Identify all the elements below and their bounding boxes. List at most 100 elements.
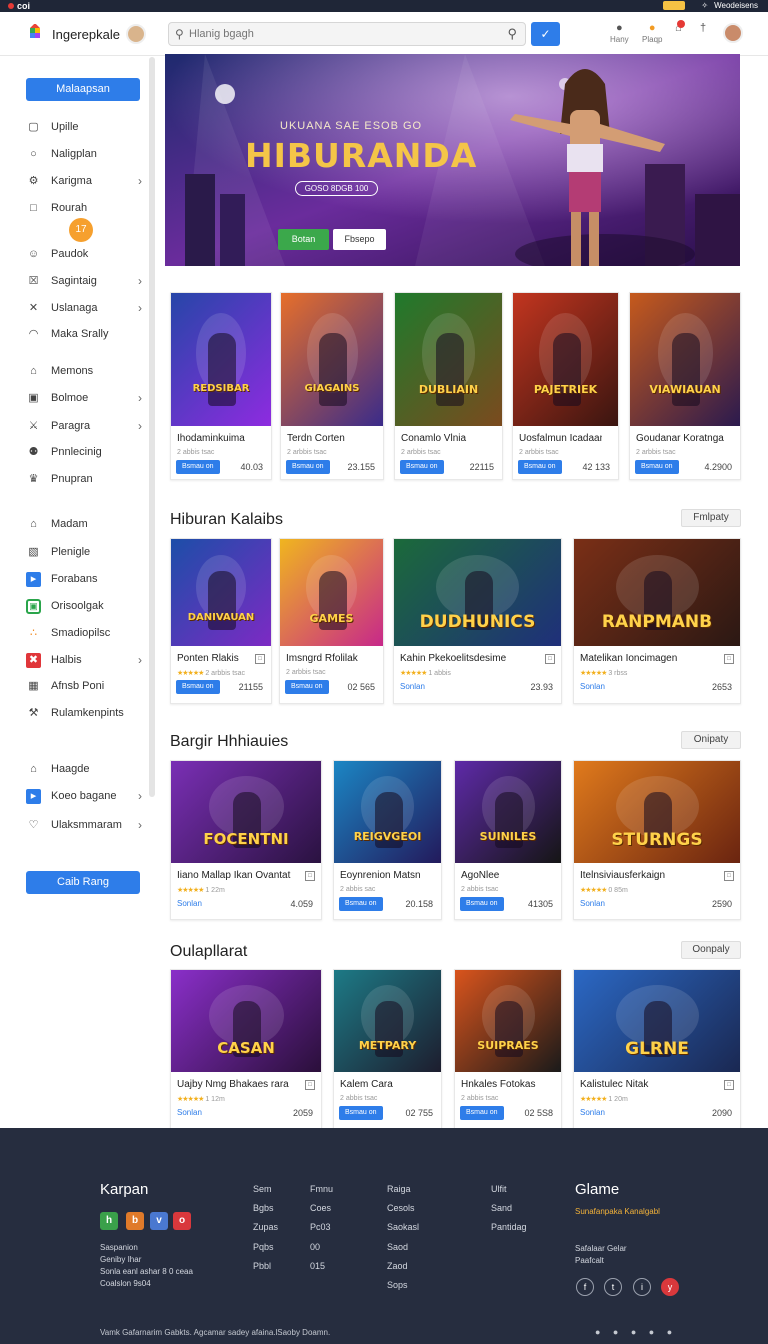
footer-link[interactable]: Bgbs <box>253 1199 278 1218</box>
social-icon[interactable]: v <box>150 1212 168 1230</box>
footer-link[interactable]: Sand <box>491 1199 527 1218</box>
sidebar-item[interactable]: □ Rourah <box>26 200 142 218</box>
header-bell[interactable]: † <box>700 22 706 35</box>
sidebar-bottom-button[interactable]: Caib Rang <box>26 871 140 894</box>
sidebar-item[interactable]: ⚉ Pnnlecinig <box>26 444 142 462</box>
search-button[interactable]: ✓ <box>531 22 560 46</box>
sidebar-item[interactable]: ○ Naligplan <box>26 146 142 164</box>
facebook-icon[interactable]: f <box>576 1278 594 1296</box>
play-button[interactable]: Bsmau on <box>635 460 679 474</box>
game-card[interactable]: STURNGS Itelnsiviausferkaign □ ★★★★★ 0 85m S… <box>573 760 741 920</box>
social-icon[interactable]: h <box>100 1212 118 1230</box>
top-strip-right[interactable]: ✧ Weodeisens <box>663 0 758 12</box>
sidebar-top-button[interactable]: Malaapsan <box>26 78 140 101</box>
footer-link[interactable]: Sem <box>253 1180 278 1199</box>
twitter-icon[interactable]: t <box>604 1278 622 1296</box>
bookmark-icon[interactable]: □ <box>545 654 555 664</box>
youtube-icon[interactable]: y <box>661 1278 679 1296</box>
sidebar-item[interactable]: ⌂ Haagde <box>26 761 142 779</box>
game-card[interactable]: PAJETRIEK Uosfalmun Icadaan 2 arbbis tsac B… <box>512 292 619 480</box>
hero-secondary-button[interactable]: Fbsepo <box>333 229 386 250</box>
sidebar-item[interactable]: ▣ Bolmoe › <box>26 390 142 408</box>
hero-primary-button[interactable]: Botan <box>278 229 329 250</box>
sidebar-item[interactable]: ☺ Paudok <box>26 246 142 264</box>
play-button[interactable]: Bsmau on <box>460 1106 504 1120</box>
bookmark-icon[interactable]: □ <box>305 1080 315 1090</box>
header-user[interactable]: ● Hany <box>610 22 629 44</box>
sidebar-item[interactable]: ◠ Maka Srally <box>26 326 142 344</box>
section-button[interactable]: Fmlpaty <box>681 509 741 527</box>
bookmark-icon[interactable]: □ <box>255 654 265 664</box>
play-button[interactable]: Bsmau on <box>400 460 444 474</box>
logo-icon[interactable] <box>26 24 44 42</box>
sidebar-item[interactable]: ⌂ Madam <box>26 516 142 534</box>
play-button[interactable]: Bsmau on <box>176 460 220 474</box>
game-card[interactable]: GLRNE Kalistulec Nitak □ ★★★★★ 1 20m Sonlan 2… <box>573 969 741 1129</box>
sidebar-item[interactable]: ▧ Plenigle <box>26 544 142 562</box>
game-card[interactable]: CASAN Uajby Nmg Bhakaes rara □ ★★★★★ 1 12m S… <box>170 969 322 1129</box>
game-card[interactable]: METPARY Kalem Cara 2 abbis tsac Bsmau on 02 … <box>333 969 442 1129</box>
play-link[interactable]: Sonlan <box>580 899 605 908</box>
game-title[interactable]: Iiano Mallap Ikan Ovantat <box>177 870 305 881</box>
game-card[interactable]: DUDHUNICS Kahin Pkekoelitsdesime □ ★★★★★ 1 … <box>393 538 562 704</box>
footer-link[interactable]: Cesols <box>387 1199 419 1218</box>
brand-name[interactable]: Ingerepkale <box>52 27 120 42</box>
social-icon[interactable]: o <box>173 1212 191 1230</box>
play-link[interactable]: Sonlan <box>177 1108 202 1117</box>
sidebar-item[interactable]: ✖ Halbis › <box>26 652 142 670</box>
sidebar-item[interactable]: ⚔ Paragra › <box>26 418 142 436</box>
section-button[interactable]: Onipaty <box>681 731 741 749</box>
footer-link[interactable]: Zaod <box>387 1257 419 1276</box>
footer-link[interactable]: Zupas <box>253 1218 278 1237</box>
sidebar-item[interactable]: ☒ Sagintaig › <box>26 273 142 291</box>
footer-link[interactable]: Saod <box>387 1238 419 1257</box>
magnifier-icon[interactable]: ⚲ <box>507 26 517 42</box>
sidebar-item[interactable]: ⚙ Karigma › <box>26 173 142 191</box>
footer-link[interactable]: 015 <box>310 1257 333 1276</box>
game-title[interactable]: Imsngrd Rfolilak <box>286 653 367 664</box>
sidebar-item[interactable]: ▸ Forabans <box>26 571 142 589</box>
footer-link[interactable]: Pqbs <box>253 1238 278 1257</box>
sidebar-item[interactable]: ∴ Smadiopilsc <box>26 625 142 643</box>
play-button[interactable]: Bsmau on <box>339 897 383 911</box>
avatar[interactable] <box>126 24 146 44</box>
search-input[interactable] <box>189 26 489 42</box>
footer-link[interactable]: Ulfit <box>491 1180 527 1199</box>
play-link[interactable]: Sonlan <box>580 1108 605 1117</box>
bookmark-icon[interactable]: □ <box>724 1080 734 1090</box>
sidebar-item[interactable]: ✕ Uslanaga › <box>26 300 142 318</box>
footer-link[interactable]: Coes <box>310 1199 333 1218</box>
sidebar-item[interactable]: ▦ Afnsb Poni <box>26 678 142 696</box>
sidebar-item[interactable]: ⚒ Rulamkenpints <box>26 705 142 723</box>
game-title[interactable]: Uajby Nmg Bhakaes rara <box>177 1079 305 1090</box>
game-title[interactable]: Matelikan Ioncimagen <box>580 653 724 664</box>
game-title[interactable]: Kalistulec Nitak <box>580 1079 724 1090</box>
instagram-icon[interactable]: i <box>633 1278 651 1296</box>
play-button[interactable]: Bsmau on <box>286 460 330 474</box>
game-title[interactable]: Kalem Cara <box>340 1079 425 1090</box>
footer-link[interactable]: 00 <box>310 1238 333 1257</box>
sidebar-scrollbar[interactable] <box>149 57 155 797</box>
game-title[interactable]: Goudanar Koratngan <box>636 433 724 444</box>
header-cart[interactable]: ⌂ <box>675 20 685 35</box>
profile-avatar[interactable] <box>723 23 743 43</box>
game-title[interactable]: Uosfalmun Icadaan <box>519 433 602 444</box>
bookmark-icon[interactable]: □ <box>724 871 734 881</box>
footer-link[interactable]: Sops <box>387 1276 419 1295</box>
footer-link[interactable]: Raiga <box>387 1180 419 1199</box>
game-card[interactable]: FOCENTNI Iiano Mallap Ikan Ovantat □ ★★★★★ … <box>170 760 322 920</box>
section-button[interactable]: Oonpaly <box>681 941 741 959</box>
sidebar-item[interactable]: ▸ Koeo bagane › <box>26 788 142 806</box>
game-title[interactable]: Hnkales Fotokas <box>461 1079 545 1090</box>
play-button[interactable]: Bsmau on <box>460 897 504 911</box>
sidebar-item[interactable]: ♛ Pnupran <box>26 471 142 489</box>
play-link[interactable]: Sonlan <box>177 899 202 908</box>
game-title[interactable]: Conamlo Vlnia <box>401 433 486 444</box>
game-title[interactable]: AgoNlee <box>461 870 545 881</box>
game-card[interactable]: DUBLIAIN Conamlo Vlnia 2 arbbis tsac Bsmau … <box>394 292 503 480</box>
game-card[interactable]: VIAWIAUAN Goudanar Koratngan 2 arbbis tsac… <box>629 292 741 480</box>
game-card[interactable]: SUIPRAES Hnkales Fotokas 2 abbis tsac Bsmau… <box>454 969 562 1129</box>
game-card[interactable]: GIAGAINS Terdn Corten 2 arbbis tsac Bsmau o… <box>280 292 384 480</box>
sidebar-item[interactable]: ⌂ Memons <box>26 363 142 381</box>
play-button[interactable]: Bsmau on <box>176 680 220 694</box>
